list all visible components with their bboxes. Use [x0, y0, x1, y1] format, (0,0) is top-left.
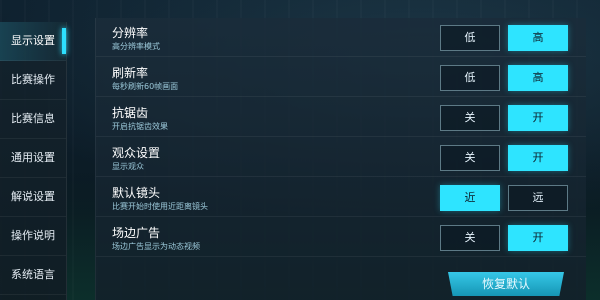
camera-near-button[interactable]: 近 — [440, 185, 500, 211]
audience-on-button[interactable]: 开 — [508, 145, 568, 171]
sidebar-item-system-language[interactable]: 系统语言 — [0, 256, 66, 295]
sidebar-item-match-controls[interactable]: 比赛操作 — [0, 61, 66, 100]
setting-row-resolution: 分辨率 高分辨率模式 低 高 — [96, 18, 586, 57]
sidebar: 显示设置 比赛操作 比赛信息 通用设置 解说设置 操作说明 系统语言 — [0, 22, 67, 300]
setting-title: 场边广告 — [112, 226, 161, 240]
setting-title: 观众设置 — [112, 146, 161, 160]
camera-far-button[interactable]: 远 — [508, 185, 568, 211]
sidebar-item-label: 显示设置 — [11, 34, 55, 47]
sidebar-item-label: 通用设置 — [11, 151, 55, 164]
setting-title: 默认镜头 — [112, 186, 161, 200]
sidebar-item-general-settings[interactable]: 通用设置 — [0, 139, 66, 178]
setting-row-default-camera: 默认镜头 比赛开始时使用近距离镜头 近 远 — [96, 178, 586, 217]
setting-row-refresh-rate: 刷新率 每秒刷新60帧画面 低 高 — [96, 58, 586, 97]
sidebar-item-label: 操作说明 — [11, 229, 55, 242]
sidebar-item-instructions[interactable]: 操作说明 — [0, 217, 66, 256]
setting-row-audience: 观众设置 显示观众 关 开 — [96, 138, 586, 177]
sidebar-item-match-info[interactable]: 比赛信息 — [0, 100, 66, 139]
refresh-high-button[interactable]: 高 — [508, 65, 568, 91]
setting-subtitle: 开启抗锯齿效果 — [112, 122, 168, 131]
sidebar-item-commentary-settings[interactable]: 解说设置 — [0, 178, 66, 217]
antialias-on-button[interactable]: 开 — [508, 105, 568, 131]
resolution-low-button[interactable]: 低 — [440, 25, 500, 51]
setting-subtitle: 每秒刷新60帧画面 — [112, 82, 179, 91]
antialias-off-button[interactable]: 关 — [440, 105, 500, 131]
sidebar-item-label: 比赛操作 — [11, 73, 55, 86]
setting-title: 分辨率 — [112, 26, 149, 40]
setting-row-anti-aliasing: 抗锯齿 开启抗锯齿效果 关 开 — [96, 98, 586, 137]
resolution-high-button[interactable]: 高 — [508, 25, 568, 51]
setting-title: 刷新率 — [112, 66, 149, 80]
setting-subtitle: 显示观众 — [112, 162, 144, 171]
setting-title: 抗锯齿 — [112, 106, 149, 120]
sidebar-item-label: 系统语言 — [11, 268, 55, 281]
settings-panel: 分辨率 高分辨率模式 低 高 刷新率 每秒刷新60帧画面 低 高 抗锯齿 开启抗… — [95, 18, 586, 300]
refresh-low-button[interactable]: 低 — [440, 65, 500, 91]
ads-on-button[interactable]: 开 — [508, 225, 568, 251]
setting-subtitle: 场边广告显示为动态视频 — [112, 242, 200, 251]
sidebar-item-label: 比赛信息 — [11, 112, 55, 125]
sidebar-item-display-settings[interactable]: 显示设置 — [0, 22, 66, 61]
ads-off-button[interactable]: 关 — [440, 225, 500, 251]
sidebar-item-label: 解说设置 — [11, 190, 55, 203]
restore-defaults-button[interactable]: 恢复默认 — [448, 272, 564, 296]
audience-off-button[interactable]: 关 — [440, 145, 500, 171]
settings-rows: 分辨率 高分辨率模式 低 高 刷新率 每秒刷新60帧画面 低 高 抗锯齿 开启抗… — [96, 18, 586, 258]
setting-subtitle: 高分辨率模式 — [112, 42, 160, 51]
setting-subtitle: 比赛开始时使用近距离镜头 — [112, 202, 208, 211]
setting-row-sideline-ads: 场边广告 场边广告显示为动态视频 关 开 — [96, 218, 586, 257]
